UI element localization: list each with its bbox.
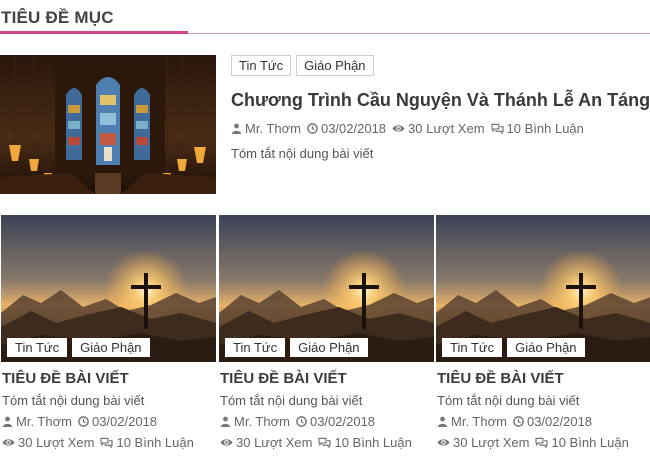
tag-giao-phan[interactable]: Giáo Phận <box>72 338 150 357</box>
post-date: 03/02/2018 <box>320 121 387 136</box>
comment-count[interactable]: 10 Bình Luận <box>551 435 628 450</box>
user-icon <box>2 416 13 427</box>
user-icon <box>220 416 231 427</box>
clock-icon <box>513 416 524 427</box>
tag-tin-tuc[interactable]: Tin Tức <box>7 338 68 357</box>
card-meta-author-date: Mr. Thơm 03/02/2018 <box>219 414 434 429</box>
author-name[interactable]: Mr. Thơm <box>234 414 290 429</box>
author-name[interactable]: Mr. Thơm <box>16 414 72 429</box>
card-title-link[interactable]: TIÊU ĐỀ BÀI VIẾT <box>219 370 434 388</box>
author-name[interactable]: Mr. Thơm <box>245 121 301 136</box>
post-date: 03/02/2018 <box>309 414 376 429</box>
view-count: 30 Lượt Xem <box>453 435 530 450</box>
card-excerpt: Tóm tắt nội dung bài viết <box>220 393 363 408</box>
card-image[interactable]: Tin Tức Giáo Phận <box>436 215 650 362</box>
tag-giao-phan[interactable]: Giáo Phận <box>507 338 585 357</box>
view-count: 30 Lượt Xem <box>18 435 95 450</box>
clock-icon <box>78 416 89 427</box>
tag-tin-tuc[interactable]: Tin Tức <box>231 55 292 76</box>
card-meta-stats: 30 Lượt Xem 10 Bình Luận <box>1 435 216 450</box>
card-title-link[interactable]: TIÊU ĐỀ BÀI VIẾT <box>1 370 216 388</box>
post-date: 03/02/2018 <box>91 414 158 429</box>
article-card: Tin Tức Giáo Phận TIÊU ĐỀ BÀI VIẾT Tóm t… <box>436 215 650 450</box>
church-interior-image <box>0 55 216 194</box>
card-excerpt: Tóm tắt nội dung bài viết <box>437 393 580 408</box>
comments-icon <box>535 437 548 448</box>
card-image[interactable]: Tin Tức Giáo Phận <box>219 215 434 362</box>
featured-tags: Tin Tức Giáo Phận <box>231 55 646 76</box>
tag-giao-phan[interactable]: Giáo Phận <box>296 55 374 76</box>
comment-count[interactable]: 10 Bình Luận <box>507 121 584 136</box>
comments-icon <box>491 123 504 134</box>
user-icon <box>231 123 242 134</box>
section-header: TIÊU ĐỀ MỤC <box>0 0 650 36</box>
card-tags: Tin Tức Giáo Phận <box>225 338 368 357</box>
card-meta-author-date: Mr. Thơm 03/02/2018 <box>1 414 216 429</box>
post-date: 03/02/2018 <box>526 414 593 429</box>
featured-excerpt: Tóm tắt nội dung bài viết <box>231 146 374 161</box>
comments-icon <box>100 437 113 448</box>
card-title-link[interactable]: TIÊU ĐỀ BÀI VIẾT <box>436 370 650 388</box>
eye-icon <box>2 437 15 448</box>
view-count: 30 Lượt Xem <box>408 121 485 136</box>
tag-giao-phan[interactable]: Giáo Phận <box>290 338 368 357</box>
eye-icon <box>437 437 450 448</box>
featured-body: Tin Tức Giáo Phận Chương Trình Cầu Nguyệ… <box>231 55 650 161</box>
card-image[interactable]: Tin Tức Giáo Phận <box>1 215 216 362</box>
featured-title-link[interactable]: Chương Trình Cầu Nguyện Và Thánh Lễ An T… <box>231 89 650 111</box>
view-count: 30 Lượt Xem <box>236 435 313 450</box>
article-card: Tin Tức Giáo Phận TIÊU ĐỀ BÀI VIẾT Tóm t… <box>1 215 216 450</box>
article-grid: Tin Tức Giáo Phận TIÊU ĐỀ BÀI VIẾT Tóm t… <box>0 215 650 475</box>
eye-icon <box>220 437 233 448</box>
featured-image[interactable] <box>0 55 216 194</box>
featured-article: Tin Tức Giáo Phận Chương Trình Cầu Nguyệ… <box>0 55 650 195</box>
clock-icon <box>296 416 307 427</box>
card-meta-author-date: Mr. Thơm 03/02/2018 <box>436 414 650 429</box>
comments-icon <box>318 437 331 448</box>
featured-meta: Mr. Thơm 03/02/2018 30 Lượt Xem 10 Bình … <box>231 121 646 136</box>
eye-icon <box>392 123 405 134</box>
clock-icon <box>307 123 318 134</box>
card-meta-stats: 30 Lượt Xem 10 Bình Luận <box>219 435 434 450</box>
tag-tin-tuc[interactable]: Tin Tức <box>442 338 503 357</box>
user-icon <box>437 416 448 427</box>
card-meta-stats: 30 Lượt Xem 10 Bình Luận <box>436 435 650 450</box>
card-tags: Tin Tức Giáo Phận <box>442 338 585 357</box>
comment-count[interactable]: 10 Bình Luận <box>116 435 193 450</box>
article-card: Tin Tức Giáo Phận TIÊU ĐỀ BÀI VIẾT Tóm t… <box>219 215 434 450</box>
card-tags: Tin Tức Giáo Phận <box>7 338 150 357</box>
tag-tin-tuc[interactable]: Tin Tức <box>225 338 286 357</box>
card-excerpt: Tóm tắt nội dung bài viết <box>2 393 145 408</box>
section-title: TIÊU ĐỀ MỤC <box>1 8 114 27</box>
section-accent-bar <box>0 31 188 34</box>
comment-count[interactable]: 10 Bình Luận <box>334 435 411 450</box>
author-name[interactable]: Mr. Thơm <box>451 414 507 429</box>
